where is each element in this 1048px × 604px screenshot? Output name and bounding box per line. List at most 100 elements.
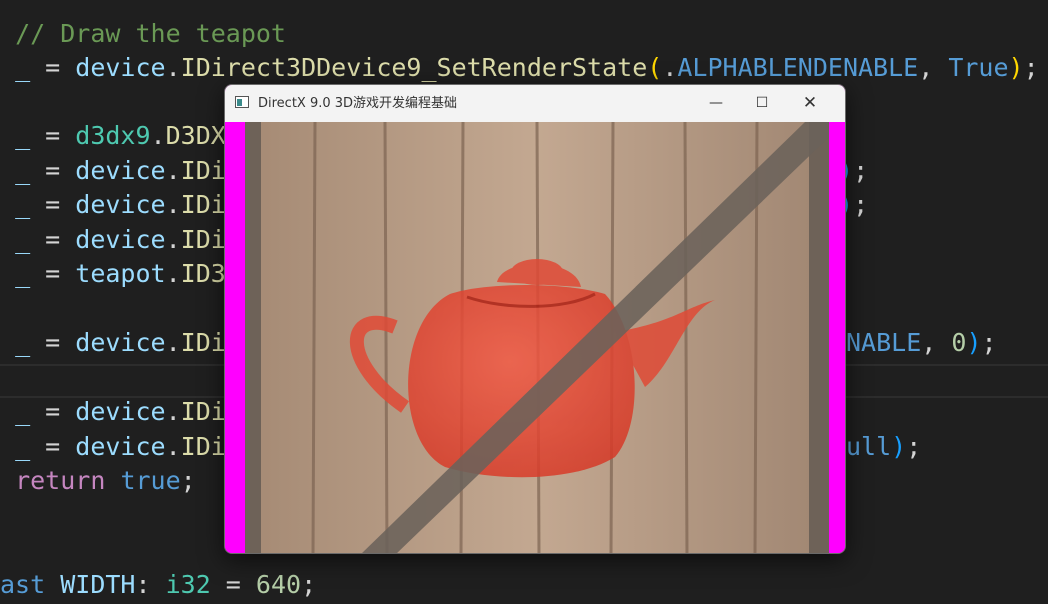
code-token: ) — [1008, 53, 1024, 82]
code-token: _ — [15, 121, 31, 150]
code-line: ast WIDTH: i32 = 640; — [0, 568, 316, 602]
code-token: IDi — [180, 225, 226, 254]
code-token: = — [30, 156, 76, 185]
code-line: return true; — [0, 464, 196, 498]
code-line: _ = teapot.ID3 — [0, 257, 226, 291]
code-token: = — [30, 328, 76, 357]
code-line: _ = device.IDi — [0, 154, 226, 188]
code-token: . — [150, 121, 166, 150]
code-line: _ = d3dx9.D3DX — [0, 119, 226, 153]
code-token: 640 — [255, 570, 302, 599]
code-token: = — [30, 190, 76, 219]
code-token: return — [15, 466, 106, 495]
code-token: IDi — [180, 328, 226, 357]
code-token: device — [75, 225, 166, 254]
code-line: _ = device.IDirect3DDevice9_SetRenderSta… — [0, 51, 1039, 85]
code-token: = — [30, 432, 76, 461]
minimize-button[interactable]: — — [693, 85, 739, 122]
code-token: device — [75, 328, 166, 357]
code-token: ull — [846, 432, 892, 461]
code-line: _ = device.IDi — [0, 326, 226, 360]
render-viewport[interactable] — [225, 122, 845, 553]
code-token: i32 — [165, 570, 211, 599]
code-token: device — [75, 190, 166, 219]
code-token: , — [918, 53, 949, 82]
crate-frame-left — [245, 122, 261, 553]
code-token: _ — [15, 225, 31, 254]
window-titlebar[interactable]: DirectX 9.0 3D游戏开发编程基础 — ☐ ✕ — [225, 85, 845, 122]
code-token: . — [165, 190, 181, 219]
code-line: _ = device.IDi — [0, 430, 226, 464]
code-token: IDirect3DDevice9_SetRenderState — [180, 53, 648, 82]
code-token: NABLE — [846, 328, 922, 357]
code-token: = — [30, 225, 76, 254]
code-token: teapot — [75, 259, 166, 288]
code-token: _ — [15, 190, 31, 219]
code-token: . — [165, 53, 181, 82]
code-token: ALPHABLENDENABLE — [677, 53, 919, 82]
code-token: ; — [180, 466, 196, 495]
code-token: = — [30, 259, 76, 288]
code-token: . — [165, 328, 181, 357]
code-line-fragment: NABLE, 0); — [846, 326, 997, 360]
code-token: ; — [301, 570, 317, 599]
code-token: // Draw the teapot — [15, 19, 286, 48]
code-token: ; — [853, 190, 869, 219]
code-token: device — [75, 432, 166, 461]
code-token: IDi — [180, 190, 226, 219]
code-token: . — [165, 259, 181, 288]
code-token: . — [165, 397, 181, 426]
code-token: _ — [15, 259, 31, 288]
window-title: DirectX 9.0 3D游戏开发编程基础 — [258, 96, 458, 111]
code-token: . — [165, 432, 181, 461]
directx-window[interactable]: DirectX 9.0 3D游戏开发编程基础 — ☐ ✕ — [224, 84, 846, 554]
code-token: True — [948, 53, 1009, 82]
code-token: WIDTH — [60, 570, 136, 599]
code-token: ; — [1023, 53, 1039, 82]
code-token: , — [921, 328, 952, 357]
code-token: . — [662, 53, 678, 82]
code-token: ) — [891, 432, 907, 461]
code-token: ) — [966, 328, 982, 357]
maximize-button[interactable]: ☐ — [739, 85, 785, 122]
code-token: = — [210, 570, 256, 599]
code-token: IDi — [180, 397, 226, 426]
crate-frame-right — [809, 122, 829, 553]
code-token: = — [30, 397, 76, 426]
teapot-crate-scene — [245, 122, 829, 553]
close-button[interactable]: ✕ — [787, 85, 833, 122]
code-token: . — [165, 225, 181, 254]
code-token: IDi — [180, 432, 226, 461]
code-line-fragment: ull); — [846, 430, 921, 464]
code-line: _ = device.IDi — [0, 188, 226, 222]
code-token: device — [75, 397, 166, 426]
code-token: : — [135, 570, 166, 599]
code-token: ( — [647, 53, 663, 82]
code-token: _ — [15, 156, 31, 185]
code-token: d3dx9 — [75, 121, 151, 150]
code-token: _ — [15, 397, 31, 426]
code-token: ; — [981, 328, 997, 357]
code-token: _ — [15, 432, 31, 461]
code-token: ; — [906, 432, 922, 461]
code-token: device — [75, 156, 166, 185]
code-token: device — [75, 53, 166, 82]
code-line: _ = device.IDi — [0, 223, 226, 257]
code-token: ID3 — [180, 259, 226, 288]
code-token: ast — [0, 570, 46, 599]
code-token: = — [30, 121, 76, 150]
code-line: // Draw the teapot — [0, 17, 286, 51]
code-token: = — [30, 53, 76, 82]
